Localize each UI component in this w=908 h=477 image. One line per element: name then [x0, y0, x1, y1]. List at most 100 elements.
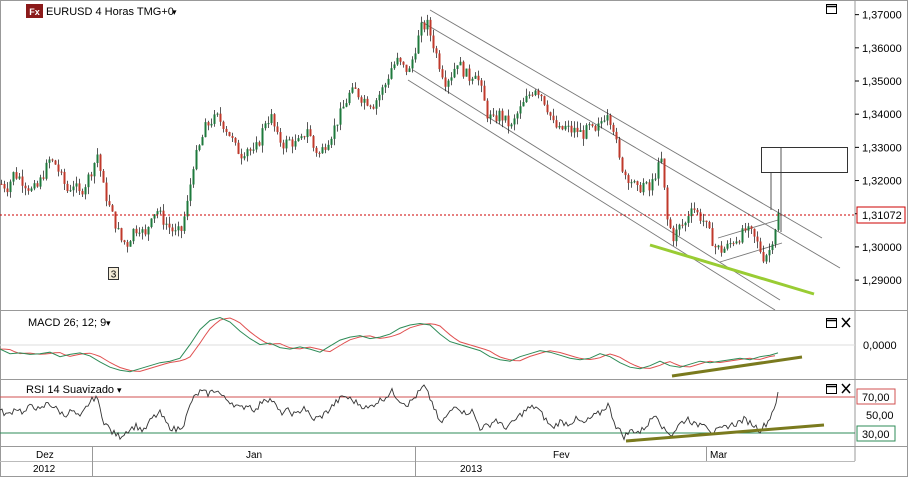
candle-body: [426, 19, 429, 30]
candle-body: [363, 98, 366, 103]
instrument-label[interactable]: EURUSD 4 Horas TMG+0: [46, 6, 174, 18]
candle-body: [315, 147, 318, 153]
candle-body: [588, 124, 591, 126]
candle-body: [663, 158, 666, 188]
candle-body: [654, 178, 657, 180]
candle-body: [189, 184, 192, 201]
candle-body: [375, 100, 378, 109]
candle-body: [237, 142, 240, 154]
candle-body: [489, 114, 492, 119]
candle-body: [483, 85, 486, 101]
candle-body: [204, 122, 207, 138]
candle-body: [294, 141, 297, 147]
candle-body: [279, 132, 282, 143]
price-tick-label: 1,36000: [862, 43, 902, 55]
macd-title[interactable]: MACD 26; 12; 9: [28, 317, 106, 329]
candle-body: [201, 137, 204, 146]
candle-body: [90, 174, 93, 177]
candle-body: [387, 78, 390, 85]
candle-body: [381, 87, 384, 95]
candle-body: [639, 185, 642, 193]
candle-body: [117, 228, 120, 230]
candle-body: [276, 126, 279, 133]
price-tick-label: 1,35000: [862, 76, 902, 88]
candle-body: [312, 136, 315, 148]
candle-body: [66, 183, 69, 192]
candle-body: [186, 200, 189, 217]
candle-body: [9, 181, 12, 193]
logo-text: Fx: [29, 7, 40, 17]
candle-body: [759, 241, 762, 252]
instrument-dropdown-icon[interactable]: ▾: [172, 7, 177, 17]
candle-body: [216, 113, 219, 115]
candle-body: [735, 241, 738, 244]
candle-body: [45, 162, 48, 179]
year-label-2012: 2012: [33, 464, 56, 475]
candle-body: [96, 154, 99, 163]
candle-body: [693, 208, 696, 210]
candle-body: [447, 80, 450, 87]
trading-chart[interactable]: 3 Fx EURUSD 4 Horas TMG+0 ▾ 1,37000 1,360…: [0, 0, 908, 477]
candle-body: [687, 216, 690, 223]
macd-dropdown-icon[interactable]: ▾: [106, 318, 111, 328]
candle-body: [33, 183, 36, 189]
candle-body: [165, 223, 168, 225]
candle-body: [516, 113, 519, 119]
candle-body: [753, 228, 756, 237]
candle-body: [105, 182, 108, 202]
candle-body: [48, 159, 51, 163]
candle-body: [351, 87, 354, 93]
candle-body: [402, 61, 405, 65]
candle-body: [234, 137, 237, 143]
candle-body: [474, 75, 477, 79]
chart-canvas[interactable]: 3 Fx EURUSD 4 Horas TMG+0 ▾ 1,37000 1,360…: [0, 0, 908, 477]
rsi-label-70: 70,00: [862, 392, 890, 404]
candle-body: [63, 171, 66, 184]
candle-body: [501, 110, 504, 121]
candle-body: [537, 90, 540, 95]
candle-body: [624, 171, 627, 176]
candle-body: [93, 162, 96, 177]
price-tick-label: 1,32000: [862, 176, 902, 188]
candle-body: [150, 218, 153, 227]
candle-body: [12, 172, 15, 182]
candle-body: [525, 95, 528, 103]
macd-axis-label: 0,0000: [863, 340, 897, 352]
candle-body: [174, 230, 177, 232]
candle-body: [672, 227, 675, 242]
candle-body: [240, 153, 243, 159]
candle-body: [657, 162, 660, 179]
candle-body: [36, 183, 39, 187]
candle-body: [327, 144, 330, 150]
candle-body: [75, 183, 78, 187]
candle-body: [258, 142, 261, 146]
candle-body: [435, 48, 438, 54]
candle-body: [3, 183, 6, 189]
candle-body: [669, 219, 672, 228]
candle-body: [210, 123, 213, 126]
candle-body: [699, 212, 702, 221]
candle-body: [330, 138, 333, 145]
candle-body: [678, 224, 681, 230]
candle-body: [84, 187, 87, 195]
candle-body: [336, 124, 339, 126]
candle-body: [477, 75, 480, 81]
candle-body: [705, 220, 708, 222]
candle-body: [357, 88, 360, 98]
candle-body: [360, 97, 363, 103]
candle-body: [21, 176, 24, 186]
rsi-title[interactable]: RSI 14 Suavizado: [26, 384, 114, 396]
candle-body: [417, 35, 420, 54]
candle-body: [168, 223, 171, 228]
rsi-dropdown-icon[interactable]: ▾: [117, 385, 122, 395]
candle-body: [27, 188, 30, 191]
candle-body: [528, 94, 531, 96]
candle-body: [396, 57, 399, 65]
candle-body: [123, 240, 126, 243]
candle-body: [462, 61, 465, 77]
candle-body: [762, 251, 765, 262]
rsi-label-50: 50,00: [866, 410, 894, 422]
candle-body: [414, 53, 417, 60]
candle-body: [540, 94, 543, 97]
candle-body: [768, 250, 771, 256]
